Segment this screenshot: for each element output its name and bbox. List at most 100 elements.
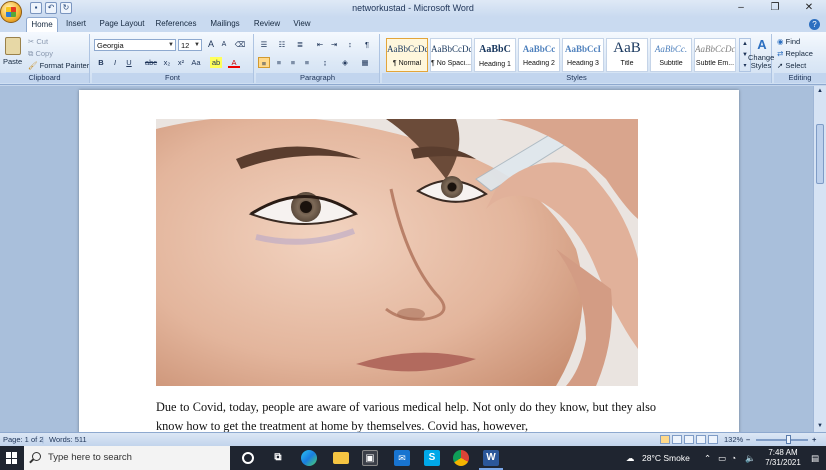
underline-button[interactable]: U [123,57,135,68]
shading-icon[interactable]: ◈ [339,57,351,68]
font-color-icon[interactable]: A [228,57,240,68]
scroll-down-icon[interactable]: ▼ [814,421,826,432]
editing-group: ◉ Find ⇄ Replace ➚ Select Editing [774,34,826,83]
sort-icon[interactable]: ↕ [344,39,356,50]
align-left-icon[interactable]: ≡ [258,57,270,68]
change-case-button[interactable]: Aa [190,57,202,68]
style-sample: AaBbCc [522,44,556,54]
multilevel-list-icon[interactable]: ≣ [294,39,306,50]
justify-icon[interactable]: ≡ [301,57,313,68]
skype-icon[interactable]: S [424,450,440,466]
windows-start-icon[interactable] [6,452,18,464]
weather-text[interactable]: 28°C Smoke [642,446,690,470]
brush-icon: 🖌 [28,61,38,70]
mail-icon[interactable]: ✉ [394,450,410,466]
document-image[interactable] [156,119,638,386]
store-icon[interactable]: ▣ [362,450,378,466]
cut-button[interactable]: ✂ Cut [28,37,48,46]
cortana-icon[interactable] [242,452,254,464]
superscript-button[interactable]: x² [175,57,187,68]
vertical-scrollbar[interactable]: ▲ ▼ [813,86,826,432]
paste-button[interactable]: Paste [3,57,22,66]
full-screen-view-icon[interactable] [672,435,682,444]
notifications-icon[interactable]: ▤ [811,446,819,470]
select-button[interactable]: ➚ Select [777,61,806,70]
print-layout-view-icon[interactable] [660,435,670,444]
zoom-in-button[interactable]: + [812,433,816,446]
strikethrough-button[interactable]: abc [143,57,159,68]
scroll-up-icon[interactable]: ▲ [814,86,826,97]
highlight-icon[interactable]: ab [210,57,222,68]
tab-view[interactable]: View [288,17,316,32]
zoom-level[interactable]: 132% [724,433,743,446]
office-button[interactable] [0,1,22,23]
change-styles-button[interactable]: Change Styles [748,54,774,70]
battery-icon[interactable]: ▭ [718,446,726,470]
zoom-out-button[interactable]: – [746,433,750,446]
network-icon[interactable]: ◔ [731,446,736,470]
scrollbar-thumb[interactable] [816,124,824,184]
tray-chevron-icon[interactable]: ⌃ [704,446,711,470]
tab-review[interactable]: Review [250,17,284,32]
shrink-font-button[interactable]: A [218,39,230,50]
zoom-slider[interactable] [756,439,808,441]
style-subtitle[interactable]: AaBbCc. Subtitle [650,38,692,72]
borders-icon[interactable]: ▦ [359,57,371,68]
chrome-icon[interactable] [453,450,469,466]
outline-view-icon[interactable] [696,435,706,444]
grow-font-button[interactable]: A [205,39,217,50]
copy-button[interactable]: ⧉ Copy [28,49,53,59]
decrease-indent-icon[interactable]: ⇤ [314,39,326,50]
word-count[interactable]: Words: 511 [49,433,87,446]
document-page[interactable]: Due to Covid, today, people are aware of… [79,90,739,432]
increase-indent-icon[interactable]: ⇥ [328,39,340,50]
close-button[interactable]: ✕ [792,0,826,17]
style-heading-2[interactable]: AaBbCc Heading 2 [518,38,560,72]
word-icon[interactable]: W [479,450,503,470]
change-styles-icon[interactable]: A [754,37,770,52]
help-icon[interactable]: ? [809,19,820,30]
replace-button[interactable]: ⇄ Replace [777,49,813,58]
clear-formatting-button[interactable]: ⌫ [234,39,246,50]
tab-mailings[interactable]: Mailings [204,17,246,32]
minimize-button[interactable]: – [724,0,758,17]
file-explorer-icon[interactable] [333,452,349,464]
weather-icon[interactable]: ☁ [626,446,635,470]
align-right-icon[interactable]: ≡ [287,57,299,68]
edge-icon[interactable] [301,450,317,466]
page-count[interactable]: Page: 1 of 2 [3,433,43,446]
maximize-button[interactable]: ❐ [758,0,792,17]
paste-icon[interactable] [5,37,21,55]
line-spacing-icon[interactable]: ↨ [319,57,331,68]
task-view-icon[interactable]: ⧉ [270,450,286,466]
style-no-spacing[interactable]: AaBbCcDc ¶ No Spaci... [430,38,472,72]
taskbar-search[interactable]: Type here to search [24,446,230,470]
taskbar-clock[interactable]: 7:48 AM 7/31/2021 [760,448,806,468]
tab-home[interactable]: Home [26,17,58,32]
bold-button[interactable]: B [95,57,107,68]
tab-references[interactable]: References [150,17,202,32]
web-layout-view-icon[interactable] [684,435,694,444]
align-center-icon[interactable]: ≡ [273,57,285,68]
bullets-icon[interactable]: ☰ [258,39,270,50]
style-subtle-emphasis[interactable]: AaBbCcDc Subtle Em... [694,38,736,72]
numbering-icon[interactable]: ☷ [276,39,288,50]
find-button[interactable]: ◉ Find [777,37,800,46]
style-title[interactable]: AaB Title [606,38,648,72]
font-family-select[interactable]: Georgia ▼ [94,39,176,51]
style-heading-3[interactable]: AaBbCcI Heading 3 [562,38,604,72]
subscript-button[interactable]: x₂ [161,57,173,68]
italic-button[interactable]: I [109,57,121,68]
font-size-select[interactable]: 12 ▼ [178,39,202,51]
style-heading-1[interactable]: AaBbC Heading 1 [474,38,516,72]
paragraph-group: ☰ ☷ ≣ ⇤ ⇥ ↕ ¶ ≡ ≡ ≡ ≡ ↨ ◈ ▦ Paragraph [256,34,380,83]
tab-page-layout[interactable]: Page Layout [96,17,148,32]
tab-insert[interactable]: Insert [60,17,92,32]
style-normal[interactable]: AaBbCcDc ¶ Normal [386,38,428,72]
format-painter-button[interactable]: 🖌 Format Painter [28,61,89,70]
show-formatting-button[interactable]: ¶ [361,39,373,50]
zoom-slider-handle[interactable] [786,435,791,444]
volume-icon[interactable]: 🔈 [745,446,756,470]
document-paragraph[interactable]: Due to Covid, today, people are aware of… [156,398,656,432]
draft-view-icon[interactable] [708,435,718,444]
